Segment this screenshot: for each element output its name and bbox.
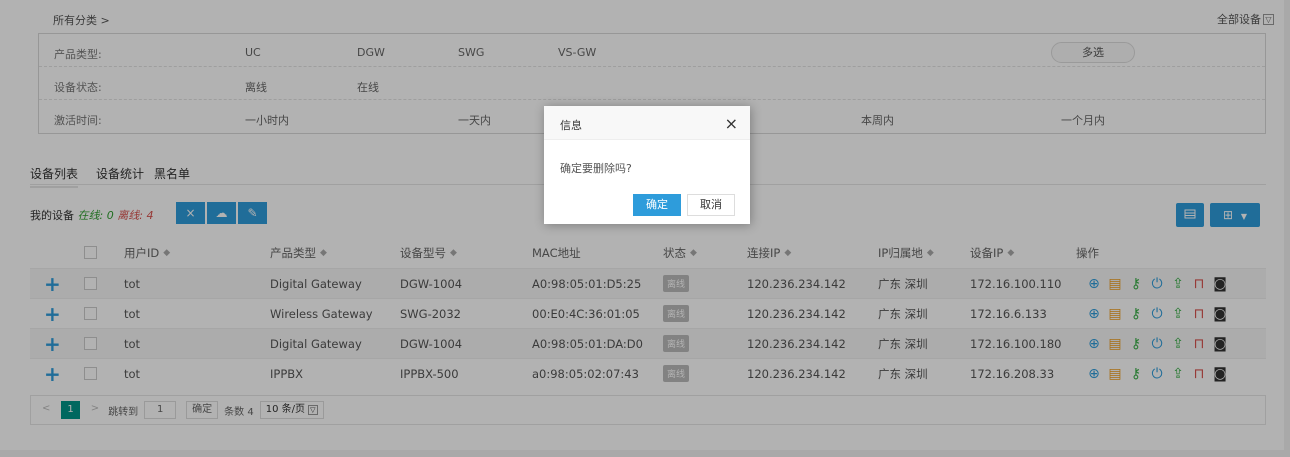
confirm-dialog: 信息 × 确定要删除吗? 确定 取消 [544,106,750,224]
cancel-button[interactable]: 取消 [687,194,735,216]
confirm-button[interactable]: 确定 [633,194,681,216]
dialog-header: 信息 × [544,106,750,140]
dialog-message: 确定要删除吗? [560,162,632,175]
modal-overlay[interactable] [0,0,1290,457]
dialog-title: 信息 [560,119,582,132]
close-icon[interactable]: × [725,114,738,133]
